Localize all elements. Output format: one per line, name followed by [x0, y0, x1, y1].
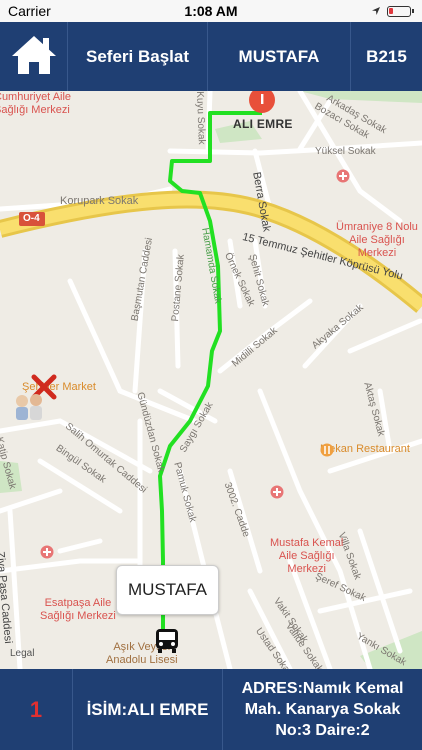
health-center-icon — [270, 485, 343, 524]
status-bar: Carrier 1:08 AM — [0, 0, 422, 22]
poi-umraniye[interactable]: Ümraniye 8 Nolu Aile Sağlığı Merkezi — [336, 169, 418, 273]
street-korupark: Korupark Sokak — [60, 195, 139, 207]
status-time: 1:08 AM — [184, 3, 238, 19]
home-icon — [9, 32, 59, 81]
destination-label: ALI EMRE — [233, 117, 293, 131]
street-kuyu: Kuyu Sokak — [194, 91, 207, 145]
legal-link[interactable]: Legal — [10, 648, 34, 659]
stop-count: 1 — [0, 669, 73, 750]
health-center-icon — [40, 545, 116, 584]
driver-name: MUSTAFA — [208, 22, 351, 91]
poi-esatpasa[interactable]: Esatpaşa Aile Sağlığı Merkezi — [40, 545, 116, 636]
vehicle-code: B215 — [366, 46, 407, 66]
street-yuksel: Yüksel Sokak — [315, 146, 376, 157]
poi-health-top[interactable]: Cumhuriyet Aile Sağlığı Merkezi — [0, 91, 71, 117]
start-trip-button[interactable]: Seferi Başlat — [68, 22, 208, 91]
top-bar: Seferi Başlat MUSTAFA B215 — [0, 22, 422, 91]
passenger-name: İSİM:ALI EMRE — [73, 669, 223, 750]
bus-callout[interactable]: MUSTAFA — [116, 565, 219, 615]
home-button[interactable] — [0, 22, 68, 91]
route-map[interactable]: O-4 Korupark Sokak 15 Temmuz Şehitler Kö… — [0, 91, 422, 669]
bottom-bar: 1 İSİM:ALI EMRE ADRES:Namık Kemal Mah. K… — [0, 669, 422, 750]
passenger-address: ADRES:Namık Kemal Mah. Kanarya Sokak No:… — [241, 680, 404, 739]
battery-icon — [387, 5, 411, 17]
poi-mustafa-kemal[interactable]: Mustafa Kemal Aile Sağlığı Merkezi — [270, 485, 343, 589]
health-center-icon — [336, 169, 418, 208]
highway-shield: O-4 — [23, 213, 40, 224]
location-arrow-icon — [371, 3, 381, 19]
poi-mekan[interactable]: Mekan Restaurant — [320, 443, 410, 457]
